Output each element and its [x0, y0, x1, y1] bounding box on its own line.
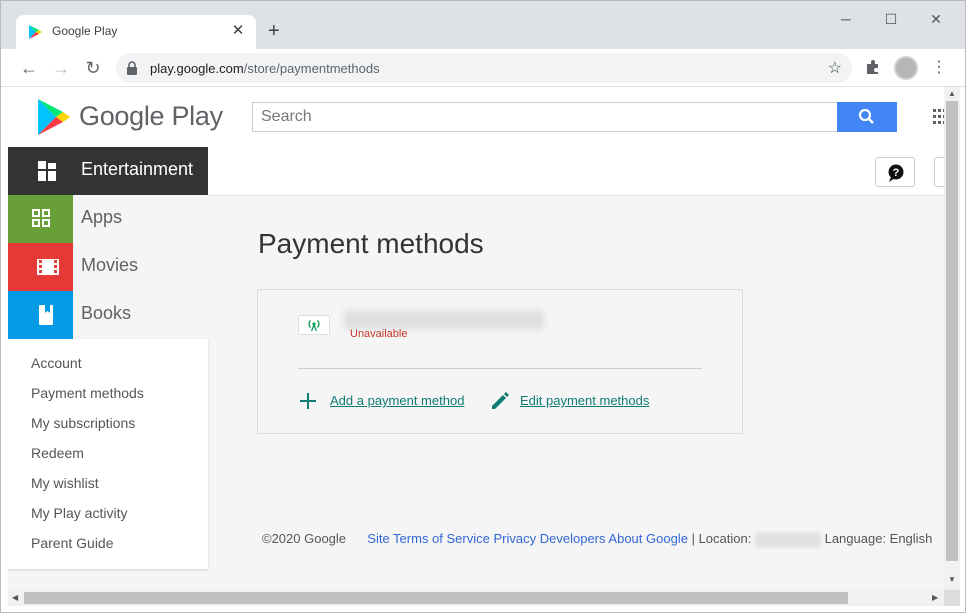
google-apps-grid-icon[interactable]: [933, 109, 944, 125]
browser-window: Google Play ✕ + ─ ☐ ✕ ← → ↻ play.google.…: [0, 0, 966, 613]
search-input[interactable]: [253, 103, 833, 131]
category-books[interactable]: Books: [8, 291, 208, 339]
browser-toolbar: ← → ↻ play.google.com/store/paymentmetho…: [1, 49, 965, 87]
edit-payment-methods-link[interactable]: Edit payment methods: [520, 393, 649, 408]
action-bar: ?: [208, 147, 944, 196]
nav-account[interactable]: Account: [31, 355, 82, 371]
nav-payment-methods[interactable]: Payment methods: [31, 385, 144, 401]
book-icon: [8, 291, 73, 339]
tab-title: Google Play: [52, 24, 118, 38]
plus-icon[interactable]: [298, 391, 318, 411]
category-label: Entertainment: [81, 159, 194, 179]
horizontal-scroll-thumb[interactable]: [24, 592, 848, 604]
back-arrow-icon[interactable]: ←: [17, 56, 41, 80]
entertainment-icon: [8, 147, 73, 195]
search-button[interactable]: [837, 102, 897, 132]
category-label: Books: [81, 303, 132, 323]
scroll-left-arrow-icon[interactable]: ◀: [12, 593, 18, 602]
category-label: Apps: [81, 207, 123, 227]
settings-button-partial[interactable]: [934, 157, 944, 187]
payment-status: Unavailable: [350, 328, 408, 340]
vertical-scrollbar[interactable]: ▲ ▼: [944, 87, 960, 590]
payment-methods-card: Unavailable Add a payment method Edit pa…: [257, 289, 743, 434]
close-window-button[interactable]: ✕: [921, 11, 951, 31]
logo-text[interactable]: Google Play: [79, 101, 223, 132]
footer-link-developers[interactable]: Developers: [540, 531, 606, 546]
new-tab-button[interactable]: +: [268, 21, 280, 41]
film-icon: [8, 243, 73, 291]
url-host: play.google.com: [150, 61, 244, 76]
reload-icon[interactable]: ↻: [81, 56, 105, 80]
footer-link-terms[interactable]: Site Terms of Service: [367, 531, 490, 546]
nav-my-wishlist[interactable]: My wishlist: [31, 475, 99, 491]
vertical-scroll-thumb[interactable]: [946, 101, 958, 561]
url-text: play.google.com/store/paymentmethods: [150, 61, 380, 76]
location-value-redacted: [754, 532, 821, 547]
scroll-right-arrow-icon[interactable]: ▶: [932, 593, 938, 602]
google-play-favicon-icon: [29, 25, 42, 39]
category-label: Movies: [81, 255, 139, 275]
nav-my-play-activity[interactable]: My Play activity: [31, 505, 127, 521]
tab-strip: Google Play ✕ + ─ ☐ ✕: [1, 1, 965, 49]
category-entertainment[interactable]: Entertainment: [8, 147, 208, 195]
category-apps[interactable]: Apps: [8, 195, 208, 243]
nav-redeem[interactable]: Redeem: [31, 445, 84, 461]
search-icon: [858, 108, 874, 124]
copyright: ©2020 Google: [262, 531, 347, 546]
nav-parent-guide[interactable]: Parent Guide: [31, 535, 114, 551]
scroll-down-arrow-icon[interactable]: ▼: [948, 575, 956, 584]
add-payment-method-link[interactable]: Add a payment method: [330, 393, 464, 408]
help-icon: ?: [888, 164, 904, 182]
play-header: Google Play: [8, 87, 944, 147]
profile-avatar[interactable]: [894, 56, 918, 80]
footer-link-about[interactable]: About Google: [608, 531, 688, 546]
location-label: Location:: [698, 531, 752, 546]
forward-arrow-icon[interactable]: →: [49, 56, 73, 80]
tab-close-icon[interactable]: ✕: [228, 21, 248, 41]
maximize-button[interactable]: ☐: [876, 11, 906, 31]
nav-my-subscriptions[interactable]: My subscriptions: [31, 415, 135, 431]
footer-link-privacy[interactable]: Privacy: [494, 531, 537, 546]
scrollbar-corner: [944, 590, 960, 606]
browser-menu-icon[interactable]: ⋮: [931, 56, 947, 80]
help-button[interactable]: ?: [875, 157, 915, 187]
payment-method-name-redacted: [344, 310, 544, 330]
minimize-button[interactable]: ─: [831, 11, 861, 31]
google-play-logo-icon[interactable]: [36, 98, 72, 136]
account-nav: Account Payment methods My subscriptions…: [8, 339, 208, 569]
divider: [298, 368, 702, 369]
tab-google-play[interactable]: Google Play ✕: [16, 15, 256, 49]
scroll-up-arrow-icon[interactable]: ▲: [948, 89, 956, 98]
svg-text:?: ?: [893, 167, 900, 179]
page-content: Google Play ?: [8, 87, 944, 590]
url-path: /store/paymentmethods: [243, 61, 380, 76]
page-title: Payment methods: [258, 228, 484, 259]
extensions-puzzle-icon[interactable]: [864, 58, 882, 76]
lock-icon: [127, 61, 137, 75]
category-movies[interactable]: Movies: [8, 243, 208, 291]
footer-separator: |: [691, 531, 695, 546]
apps-icon: [8, 195, 73, 243]
page-footer: ©2020 Google Site Terms of Service Priva…: [262, 531, 932, 547]
pencil-icon[interactable]: [489, 390, 511, 412]
carrier-billing-icon: [298, 315, 330, 335]
bookmark-star-icon[interactable]: ☆: [828, 58, 842, 78]
language-label[interactable]: Language: English: [825, 531, 933, 546]
horizontal-scrollbar[interactable]: ◀ ▶: [8, 590, 944, 606]
search-box: [252, 102, 838, 132]
address-bar[interactable]: play.google.com/store/paymentmethods ☆: [116, 53, 852, 83]
